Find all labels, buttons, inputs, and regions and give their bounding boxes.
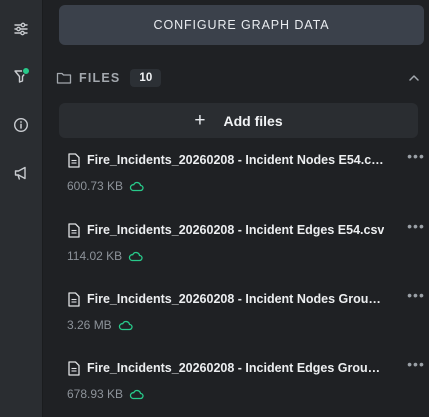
file-item[interactable]: Fire_Incidents_20260208 - Incident Edges… [67, 219, 424, 271]
file-size: 600.73 KB [67, 179, 124, 193]
main-panel: CONFIGURE GRAPH DATA FILES 10 + Add file… [43, 0, 429, 417]
announcements-button[interactable] [7, 159, 35, 187]
file-name: Fire_Incidents_20260208 - Incident Edges… [87, 223, 385, 237]
plus-icon: + [194, 110, 206, 131]
more-options-icon[interactable]: ••• [406, 288, 426, 304]
file-icon [68, 360, 80, 376]
files-section-header[interactable]: FILES 10 [56, 66, 422, 90]
cloud-icon [129, 389, 144, 400]
files-count-badge: 10 [130, 69, 162, 87]
file-size: 678.93 KB [67, 387, 124, 401]
sliders-button[interactable] [7, 15, 35, 43]
file-item[interactable]: Fire_Incidents_20260208 - Incident Nodes… [67, 149, 424, 201]
info-button[interactable] [7, 111, 35, 139]
folder-icon [56, 72, 72, 84]
files-title: FILES [79, 71, 121, 85]
sidebar [0, 0, 43, 417]
more-options-icon[interactable]: ••• [406, 149, 426, 165]
file-name: Fire_Incidents_20260208 - Incident Nodes… [87, 153, 385, 167]
add-files-label: Add files [223, 112, 283, 129]
file-size: 3.26 MB [67, 318, 112, 332]
file-icon [68, 291, 80, 307]
file-size: 114.02 KB [67, 249, 123, 263]
megaphone-icon [14, 166, 26, 180]
file-item[interactable]: Fire_Incidents_20260208 - Incident Nodes… [67, 288, 424, 340]
cloud-icon [129, 181, 144, 192]
filter-button[interactable] [7, 62, 35, 90]
file-name: Fire_Incidents_20260208 - Incident Nodes… [87, 292, 385, 306]
chevron-up-icon[interactable] [406, 70, 422, 86]
more-options-icon[interactable]: ••• [406, 357, 426, 373]
cloud-icon [128, 251, 143, 262]
file-item[interactable]: Fire_Incidents_20260208 - Incident Edges… [67, 357, 424, 409]
filter-active-indicator [22, 67, 30, 75]
add-files-button[interactable]: + Add files [59, 103, 418, 138]
file-icon [68, 222, 80, 238]
file-icon [68, 152, 80, 168]
more-options-icon[interactable]: ••• [406, 219, 426, 235]
file-name: Fire_Incidents_20260208 - Incident Edges… [87, 361, 385, 375]
sliders-icon [14, 22, 28, 36]
configure-graph-data-button[interactable]: CONFIGURE GRAPH DATA [59, 5, 424, 45]
info-icon [13, 117, 29, 133]
cloud-icon [118, 320, 133, 331]
